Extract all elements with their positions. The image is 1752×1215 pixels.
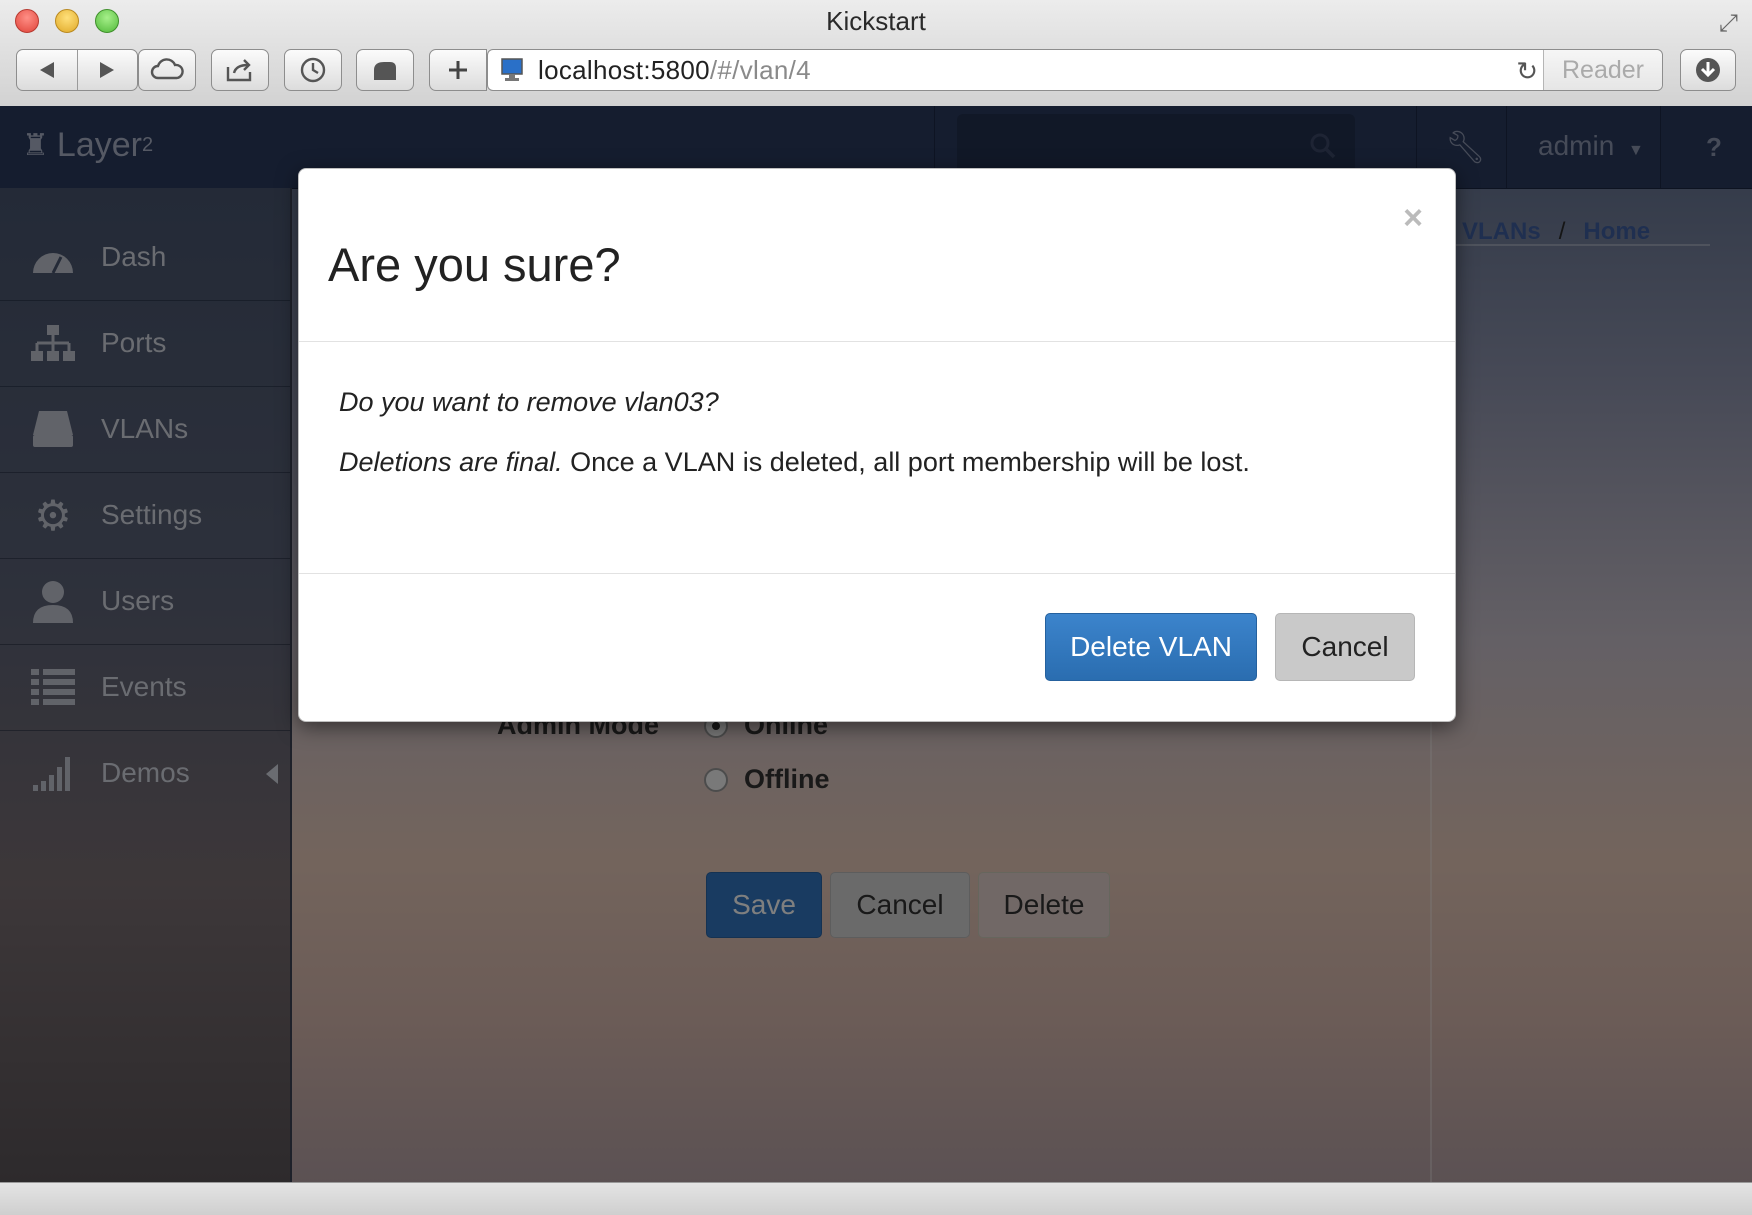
share-icon xyxy=(226,59,252,82)
back-button[interactable] xyxy=(17,50,77,90)
new-tab-button[interactable] xyxy=(429,49,487,91)
modal-footer-divider xyxy=(299,573,1455,574)
forward-arrow-icon xyxy=(100,62,115,78)
plus-icon xyxy=(449,61,467,79)
site-icon xyxy=(501,58,523,81)
forward-button[interactable] xyxy=(76,50,138,90)
history-button[interactable] xyxy=(284,49,342,91)
icloud-button[interactable] xyxy=(138,49,196,91)
history-icon xyxy=(300,57,326,83)
status-bar xyxy=(0,1182,1752,1215)
modal-warning-text: Once a VLAN is deleted, all port members… xyxy=(562,447,1250,477)
puzzle-icon xyxy=(374,62,396,80)
window-title: Kickstart xyxy=(826,6,926,36)
download-icon xyxy=(1696,58,1720,82)
modal-warning-emphasis: Deletions are final. xyxy=(339,447,563,477)
close-icon[interactable]: × xyxy=(1403,201,1423,235)
share-button[interactable] xyxy=(211,49,269,91)
extension-button[interactable] xyxy=(356,49,414,91)
reader-button[interactable]: Reader xyxy=(1543,50,1662,90)
fullscreen-icon[interactable]: ⤢ xyxy=(1719,10,1738,38)
back-forward-group xyxy=(16,49,138,91)
confirm-delete-modal: × Are you sure? Do you want to remove vl… xyxy=(298,168,1456,722)
url-text[interactable]: localhost:5800/#/vlan/4 xyxy=(538,55,811,86)
browser-toolbar: Kickstart ⤢ localhost:5800/#/vlan/4 ↻ Re… xyxy=(0,0,1752,107)
modal-header-divider xyxy=(299,341,1455,342)
modal-cancel-button[interactable]: Cancel xyxy=(1275,613,1415,681)
reload-icon[interactable]: ↻ xyxy=(1516,56,1538,87)
downloads-button[interactable] xyxy=(1680,49,1736,91)
modal-title: Are you sure? xyxy=(328,238,621,291)
address-bar[interactable]: localhost:5800/#/vlan/4 ↻ Reader xyxy=(487,49,1663,91)
cloud-icon xyxy=(150,58,184,80)
delete-vlan-button[interactable]: Delete VLAN xyxy=(1045,613,1257,681)
back-arrow-icon xyxy=(39,62,54,78)
modal-question: Do you want to remove vlan03? xyxy=(339,387,719,417)
modal-warning: Deletions are final. Once a VLAN is dele… xyxy=(339,447,1250,478)
